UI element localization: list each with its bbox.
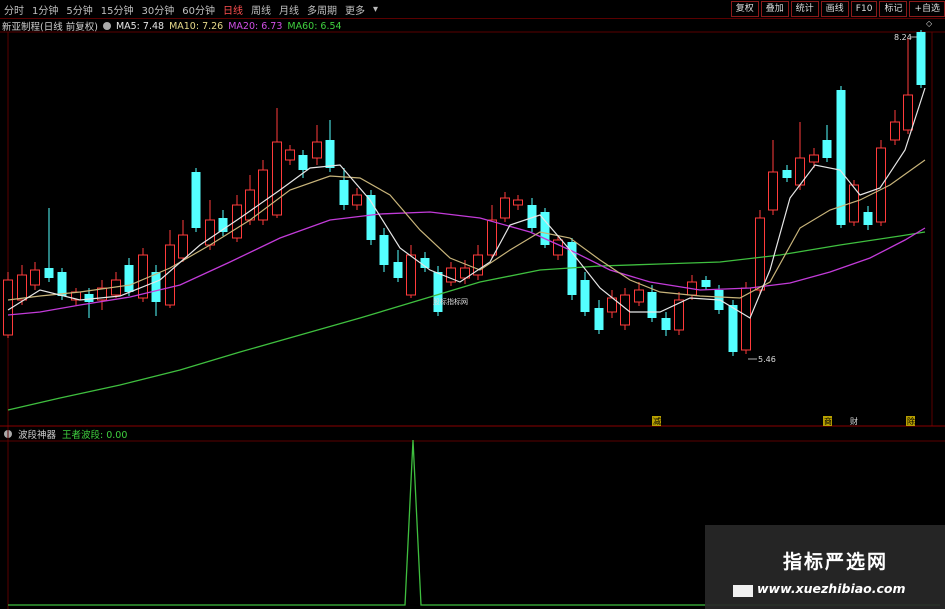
center-watermark-tag: 股标指标网 [433, 297, 468, 306]
candle-body[interactable] [863, 212, 873, 225]
candle-body[interactable] [339, 180, 349, 205]
candle-body[interactable] [768, 171, 778, 211]
candle-body[interactable] [30, 269, 40, 286]
candle-body[interactable] [701, 280, 711, 287]
candle-body[interactable] [379, 235, 389, 265]
candle-body[interactable] [500, 197, 510, 219]
candle-body[interactable] [151, 272, 161, 302]
candle-body[interactable] [205, 219, 215, 246]
event-label-1: 商 [824, 416, 832, 426]
candle-body[interactable] [580, 280, 590, 312]
watermark-cn: 指标严选网 [783, 551, 889, 573]
candle-body[interactable] [406, 254, 416, 296]
candle-body[interactable] [487, 219, 497, 256]
candles-group [3, 30, 926, 356]
candle-body[interactable] [17, 274, 27, 301]
low-price-label: 5.46 [758, 355, 776, 364]
event-label-0: 减 [653, 416, 661, 426]
candle-body[interactable] [325, 140, 335, 168]
candle-body[interactable] [84, 294, 94, 302]
candle-body[interactable] [916, 32, 926, 85]
candle-body[interactable] [191, 172, 201, 228]
event-label-3: 除 [907, 416, 915, 426]
candle-body[interactable] [728, 305, 738, 352]
candle-body[interactable] [647, 292, 657, 318]
candle-body[interactable] [312, 141, 322, 159]
candle-body[interactable] [124, 265, 134, 292]
candle-body[interactable] [272, 141, 282, 216]
watermark-url: www.xuezhibiao.com [757, 581, 906, 596]
candle-body[interactable] [876, 147, 886, 223]
candle-body[interactable] [661, 318, 671, 330]
candle-body[interactable] [809, 154, 819, 163]
candle-body[interactable] [903, 94, 913, 131]
candle-body[interactable] [352, 194, 362, 206]
candle-body[interactable] [553, 239, 563, 256]
candle-body[interactable] [513, 199, 523, 206]
candle-body[interactable] [594, 308, 604, 330]
candle-body[interactable] [755, 217, 765, 291]
candle-body[interactable] [634, 289, 644, 303]
candle-body[interactable] [285, 149, 295, 161]
diamond-icon[interactable]: ◇ [926, 19, 933, 28]
candlestick-chart[interactable]: 8.24 5.46 股标指标网 减 商 财 除 ◇ [0, 0, 945, 609]
candle-body[interactable] [178, 234, 188, 259]
candle-body[interactable] [298, 155, 308, 170]
candle-body[interactable] [433, 272, 443, 312]
watermark-bar-icon [733, 585, 753, 597]
candle-body[interactable] [741, 287, 751, 351]
candle-body[interactable] [57, 272, 67, 296]
candle-body[interactable] [822, 140, 832, 158]
candle-body[interactable] [890, 121, 900, 141]
candle-body[interactable] [393, 262, 403, 278]
site-watermark: 指标严选网 www.xuezhibiao.com [705, 525, 945, 609]
event-label-2: 财 [850, 416, 858, 426]
high-price-label: 8.24 [894, 33, 912, 42]
candle-body[interactable] [165, 244, 175, 306]
candle-body[interactable] [782, 170, 792, 178]
candle-body[interactable] [138, 254, 148, 299]
candle-body[interactable] [44, 268, 54, 278]
candle-body[interactable] [245, 189, 255, 221]
